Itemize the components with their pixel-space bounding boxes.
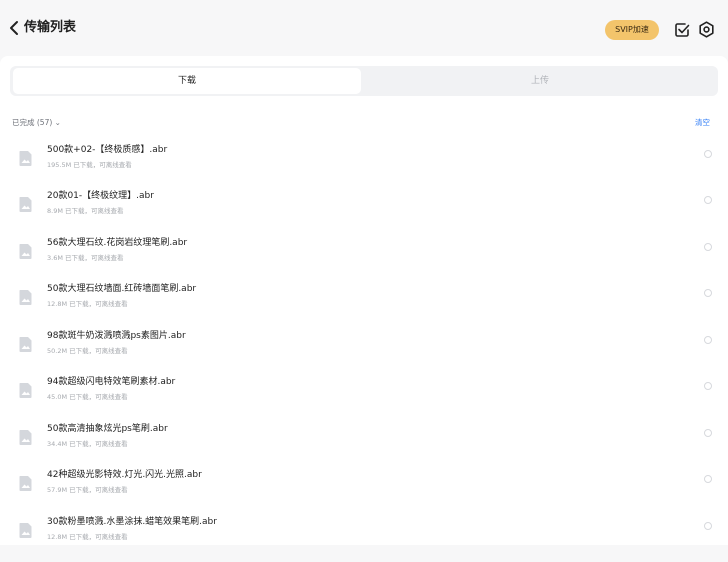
file-row[interactable]: 56款大理石纹.花岗岩纹理笔刷.abr 3.6M 已下载，可离线查看 — [0, 237, 728, 283]
file-name: 56款大理石纹.花岗岩纹理笔刷.abr — [47, 238, 188, 248]
file-icon — [19, 430, 32, 445]
file-meta: 12.8M 已下载，可离线查看 — [47, 300, 128, 308]
select-radio[interactable] — [704, 243, 712, 251]
transfer-panel: 下载 上传 已完成 (57) ⌄ 清空 500款+02-【终极质感】.abr 19… — [0, 56, 728, 545]
file-icon — [19, 197, 32, 212]
file-row[interactable]: 30款粉墨喷溅.水墨涂抹.蜡笔效果笔刷.abr 12.8M 已下载，可离线查看 — [0, 516, 728, 562]
file-meta: 50.2M 已下载，可离线查看 — [47, 347, 128, 355]
page-title: 传输列表 — [24, 20, 77, 35]
select-radio[interactable] — [704, 475, 712, 483]
file-meta: 3.6M 已下载，可离线查看 — [47, 254, 124, 262]
file-icon — [19, 476, 32, 491]
file-row[interactable]: 98款斑牛奶泼溅喷溅ps素图片.abr 50.2M 已下载，可离线查看 — [0, 330, 728, 376]
file-name: 42种超级光影特效.灯光.闪光.光照.abr — [47, 470, 202, 480]
file-row[interactable]: 50款大理石纹墙面.红砖墙面笔刷.abr 12.8M 已下载，可离线查看 — [0, 283, 728, 329]
transfer-tab-bar: 下载 上传 — [10, 66, 718, 96]
file-icon — [19, 244, 32, 259]
file-meta: 45.0M 已下载，可离线查看 — [47, 393, 128, 401]
header: 传输列表 SVIP加速 — [0, 0, 728, 56]
select-radio[interactable] — [704, 429, 712, 437]
file-icon — [19, 523, 32, 538]
file-name: 94款超级闪电特效笔刷素材.abr — [47, 377, 176, 387]
file-name: 20款01-【终极纹理】.abr — [47, 191, 154, 201]
select-radio[interactable] — [704, 196, 712, 204]
file-name: 50款大理石纹墙面.红砖墙面笔刷.abr — [47, 284, 197, 294]
tab-upload[interactable]: 上传 — [366, 68, 714, 94]
select-radio[interactable] — [704, 289, 712, 297]
file-row[interactable]: 50款高清抽象炫光ps笔刷.abr 34.4M 已下载，可离线查看 — [0, 423, 728, 469]
select-radio[interactable] — [704, 382, 712, 390]
back-chevron-icon[interactable] — [8, 19, 22, 37]
file-name: 50款高清抽象炫光ps笔刷.abr — [47, 424, 168, 434]
file-meta: 195.5M 已下载，可离线查看 — [47, 161, 132, 169]
tab-download[interactable]: 下载 — [13, 68, 361, 94]
svip-accelerate-button[interactable]: SVIP加速 — [605, 20, 659, 40]
file-meta: 34.4M 已下载，可离线查看 — [47, 440, 128, 448]
file-row[interactable]: 20款01-【终极纹理】.abr 8.9M 已下载，可离线查看 — [0, 190, 728, 236]
file-meta: 12.8M 已下载，可离线查看 — [47, 533, 128, 541]
file-name: 98款斑牛奶泼溅喷溅ps素图片.abr — [47, 331, 186, 341]
file-icon — [19, 383, 32, 398]
select-radio[interactable] — [704, 150, 712, 158]
file-icon — [19, 151, 32, 166]
file-row[interactable]: 94款超级闪电特效笔刷素材.abr 45.0M 已下载，可离线查看 — [0, 376, 728, 422]
file-name: 500款+02-【终极质感】.abr — [47, 145, 168, 155]
file-meta: 8.9M 已下载，可离线查看 — [47, 207, 124, 215]
file-icon — [19, 290, 32, 305]
file-row[interactable]: 500款+02-【终极质感】.abr 195.5M 已下载，可离线查看 — [0, 144, 728, 190]
completed-section-toggle[interactable]: 已完成 (57) ⌄ — [12, 117, 61, 128]
file-name: 30款粉墨喷溅.水墨涂抹.蜡笔效果笔刷.abr — [47, 517, 217, 527]
select-radio[interactable] — [704, 336, 712, 344]
file-meta: 57.9M 已下载，可离线查看 — [47, 486, 128, 494]
select-radio[interactable] — [704, 522, 712, 530]
file-row[interactable]: 42种超级光影特效.灯光.闪光.光照.abr 57.9M 已下载，可离线查看 — [0, 469, 728, 515]
clear-button[interactable]: 清空 — [695, 117, 710, 128]
multi-select-icon[interactable] — [674, 22, 690, 38]
settings-icon[interactable] — [698, 21, 715, 38]
file-icon — [19, 337, 32, 352]
